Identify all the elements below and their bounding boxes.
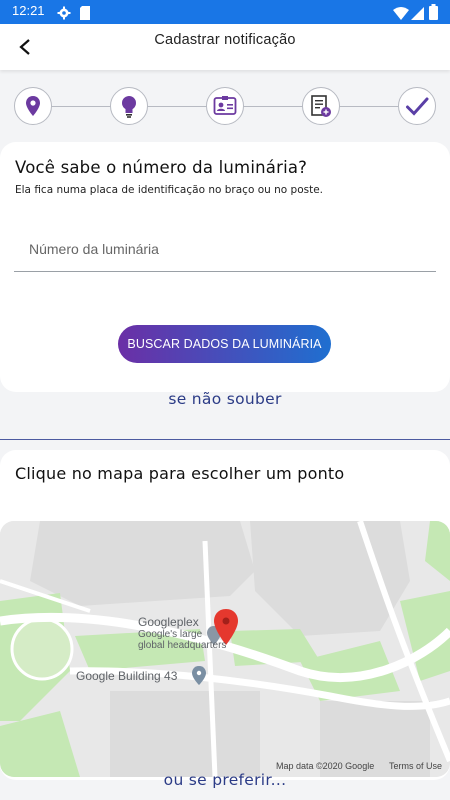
step-document[interactable] (302, 87, 340, 125)
alternative-option-link[interactable]: ou se preferir... (0, 771, 450, 789)
map-label-building: Google Building 43 (76, 669, 178, 683)
progress-stepper (0, 80, 450, 136)
luminaire-number-field (14, 226, 436, 272)
step-luminaire[interactable] (110, 87, 148, 125)
settings-icon (57, 5, 71, 24)
step-confirm[interactable] (398, 87, 436, 125)
check-icon (406, 97, 429, 116)
map-label-desc-2: global headquarters (138, 640, 227, 651)
map-view[interactable]: Googleplex Google's large global headqua… (0, 521, 450, 777)
step-identification[interactable] (206, 87, 244, 125)
app-bar: Cadastrar notificação (0, 24, 450, 70)
id-card-icon (213, 96, 237, 115)
sim-card-icon (79, 5, 91, 24)
search-luminaire-button[interactable]: BUSCAR DADOS DA LUMINÁRIA (118, 325, 331, 363)
map-label-place: Googleplex (138, 615, 199, 629)
luminaire-card: Você sabe o número da luminária? Ela fic… (0, 142, 450, 392)
luminaire-question: Você sabe o número da luminária? (15, 158, 308, 177)
luminaire-number-input[interactable] (14, 226, 436, 271)
section-divider (0, 439, 450, 440)
map-label-desc-1: Google's large (138, 629, 203, 640)
light-bulb-icon (122, 96, 136, 118)
luminaire-hint: Ela fica numa placa de identificação no … (15, 184, 324, 196)
wifi-icon (393, 5, 409, 24)
unknown-number-link[interactable]: se não souber (0, 390, 450, 408)
page-title: Cadastrar notificação (154, 32, 296, 48)
status-time: 12:21 (12, 3, 45, 18)
location-pin-icon (26, 96, 40, 116)
signal-icon (411, 5, 424, 24)
map-attribution: Map data ©2020 Google (276, 761, 375, 771)
map-terms-link[interactable]: Terms of Use (389, 761, 442, 771)
map-card: Clique no mapa para escolher um ponto Go… (0, 450, 450, 780)
status-bar: 12:21 (0, 0, 450, 24)
map-instruction: Clique no mapa para escolher um ponto (15, 464, 345, 483)
document-add-icon (311, 95, 331, 117)
step-location[interactable] (14, 87, 52, 125)
battery-icon (429, 4, 438, 24)
